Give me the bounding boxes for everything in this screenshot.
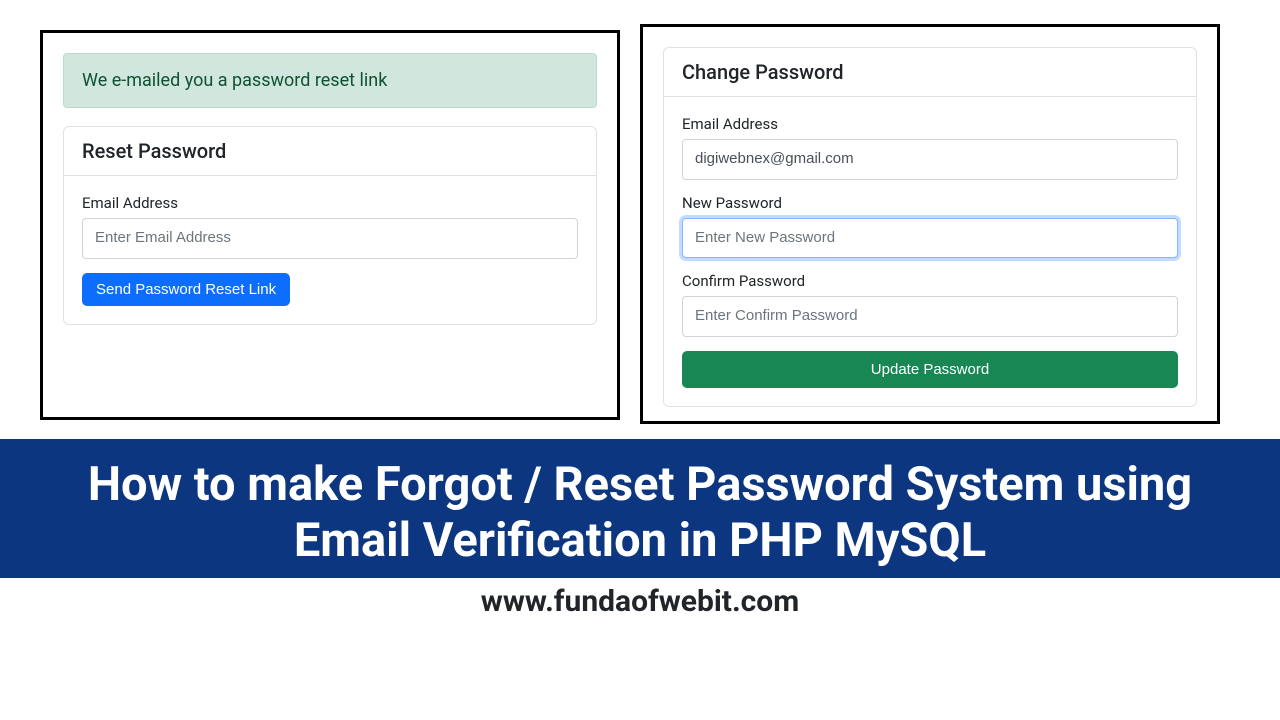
card-body: Email Address Send Password Reset Link xyxy=(64,176,596,324)
email-group: Email Address xyxy=(682,115,1178,180)
confirm-password-group: Confirm Password xyxy=(682,272,1178,337)
banner-title: How to make Forgot / Reset Password Syst… xyxy=(30,457,1250,570)
email-group: Email Address xyxy=(82,194,578,259)
send-reset-link-button[interactable]: Send Password Reset Link xyxy=(82,273,290,306)
reset-password-panel: We e-mailed you a password reset link Re… xyxy=(40,30,620,420)
new-password-input[interactable] xyxy=(682,218,1178,259)
change-password-card: Change Password Email Address New Passwo… xyxy=(663,47,1197,407)
email-label: Email Address xyxy=(682,115,1178,133)
card-body: Email Address New Password Confirm Passw… xyxy=(664,97,1196,406)
email-input[interactable] xyxy=(82,218,578,259)
confirm-password-input[interactable] xyxy=(682,296,1178,337)
alert-success: We e-mailed you a password reset link xyxy=(63,53,597,108)
email-input[interactable] xyxy=(682,139,1178,180)
card-title: Change Password xyxy=(664,48,1196,97)
confirm-password-label: Confirm Password xyxy=(682,272,1178,290)
footer-url: www.fundaofwebit.com xyxy=(0,578,1280,625)
title-banner: How to make Forgot / Reset Password Syst… xyxy=(0,439,1280,578)
reset-password-card: Reset Password Email Address Send Passwo… xyxy=(63,126,597,325)
new-password-label: New Password xyxy=(682,194,1178,212)
new-password-group: New Password xyxy=(682,194,1178,259)
update-password-button[interactable]: Update Password xyxy=(682,351,1178,388)
email-label: Email Address xyxy=(82,194,578,212)
panels-row: We e-mailed you a password reset link Re… xyxy=(0,0,1280,439)
card-title: Reset Password xyxy=(64,127,596,176)
change-password-panel: Change Password Email Address New Passwo… xyxy=(640,24,1220,424)
